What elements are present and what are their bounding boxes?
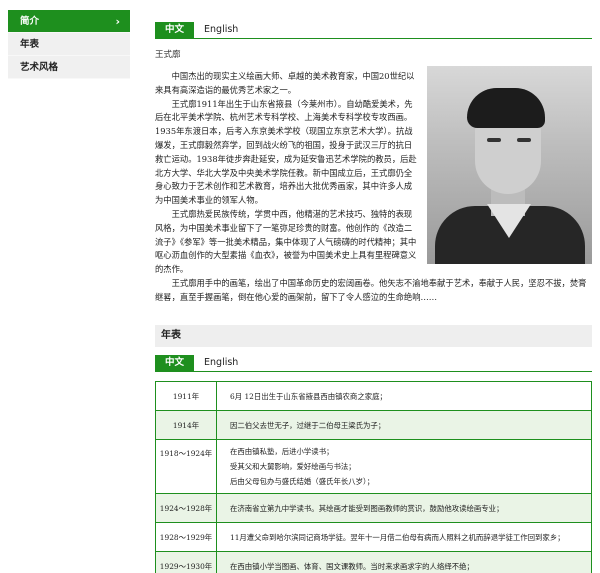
- biography: 中国杰出的现实主义绘画大师、卓越的美术教育家，中国20世纪以来具有高深造诣的最优…: [155, 66, 592, 305]
- event-cell: 因二伯父去世无子，过继于二伯母王梁氏为子；: [216, 410, 592, 440]
- sidebar-item-chronology[interactable]: 年表: [8, 33, 130, 56]
- event-cell: 在西由镇私塾，后进小学读书； 受其父和大舅影响，爱好绘画与书法； 后由父母包办与…: [216, 439, 592, 494]
- year-cell: 1928～1929年: [155, 522, 217, 552]
- chronology-heading: 年表: [155, 325, 592, 347]
- table-row: 1914年 因二伯父去世无子，过继于二伯母王梁氏为子；: [155, 410, 592, 440]
- event-line: 受其父和大舅影响，爱好绘画与书法；: [230, 462, 356, 471]
- portrait-photo: [427, 66, 592, 264]
- sidebar-item-label: 年表: [20, 39, 40, 50]
- event-cell: 11月遭父命到哈尔滨同记商场学徒。翌年十一月借二伯母有病而人照料之机而辞退学徒工…: [216, 522, 592, 552]
- sidebar: 简介 › 年表 艺术风格: [8, 10, 130, 79]
- year-cell: 1911年: [155, 381, 217, 411]
- year-cell: 1914年: [155, 410, 217, 440]
- event-cell: 6月 12日出生于山东省掖县西由镇农商之家庭；: [216, 381, 592, 411]
- table-row: 1918～1924年 在西由镇私塾，后进小学读书； 受其父和大舅影响，爱好绘画与…: [155, 439, 592, 494]
- tab-english[interactable]: English: [194, 355, 248, 371]
- tab-english[interactable]: English: [194, 22, 248, 38]
- bio-paragraph: 王式廓用手中的画笔，绘出了中国革命历史的宏阔画卷。他矢志不渝地奉献于艺术，奉献于…: [155, 277, 587, 302]
- year-cell: 1918～1924年: [155, 439, 217, 494]
- tab-chinese[interactable]: 中文: [155, 355, 195, 371]
- sidebar-item-art-style[interactable]: 艺术风格: [8, 56, 130, 79]
- event-line: 在西由镇小学当图画、体育、国文课教师。当时来求画求字的人络绎不绝；: [230, 561, 474, 571]
- chronology-language-tabs: 中文 English: [155, 355, 592, 372]
- year-cell: 1924～1928年: [155, 493, 217, 523]
- event-cell: 在西由镇小学当图画、体育、国文课教师。当时来求画求字的人络绎不绝；: [216, 551, 592, 573]
- table-row: 1929～1930年 在西由镇小学当图画、体育、国文课教师。当时来求画求字的人络…: [155, 551, 592, 573]
- event-line: 后由父母包办与盛氏结婚（盛氏年长八岁）；: [230, 477, 375, 486]
- event-cell: 在济南省立第九中学读书。其绘画才能受到图画教师的赏识，鼓励他攻读绘画专业；: [216, 493, 592, 523]
- event-line: 11月遭父命到哈尔滨同记商场学徒。翌年十一月借二伯母有病而人照料之机而辞退学徒工…: [230, 532, 565, 542]
- event-line: 因二伯父去世无子，过继于二伯母王梁氏为子；: [230, 420, 386, 430]
- intro-language-tabs: 中文 English: [155, 22, 592, 39]
- table-row: 1911年 6月 12日出生于山东省掖县西由镇农商之家庭；: [155, 381, 592, 411]
- event-line: 6月 12日出生于山东省掖县西由镇农商之家庭；: [230, 391, 387, 401]
- table-row: 1928～1929年 11月遭父命到哈尔滨同记商场学徒。翌年十一月借二伯母有病而…: [155, 522, 592, 552]
- year-cell: 1929～1930年: [155, 551, 217, 573]
- tab-chinese[interactable]: 中文: [155, 22, 195, 38]
- sidebar-item-label: 简介: [20, 16, 40, 27]
- chronology-table: 1911年 6月 12日出生于山东省掖县西由镇农商之家庭； 1914年 因二伯父…: [155, 381, 592, 573]
- author-name: 王式廓: [155, 50, 181, 60]
- event-line: 在西由镇私塾，后进小学读书；: [230, 447, 334, 456]
- intro-section: 中文 English 王式廓 中国杰出的现实主义绘画大师、卓越的美术教育家，中国2…: [155, 22, 592, 305]
- chevron-right-icon: ›: [115, 15, 120, 28]
- table-row: 1924～1928年 在济南省立第九中学读书。其绘画才能受到图画教师的赏识，鼓励…: [155, 493, 592, 523]
- sidebar-item-intro[interactable]: 简介 ›: [8, 10, 130, 33]
- event-line: 在济南省立第九中学读书。其绘画才能受到图画教师的赏识，鼓励他攻读绘画专业；: [230, 503, 504, 513]
- sidebar-item-label: 艺术风格: [20, 62, 59, 73]
